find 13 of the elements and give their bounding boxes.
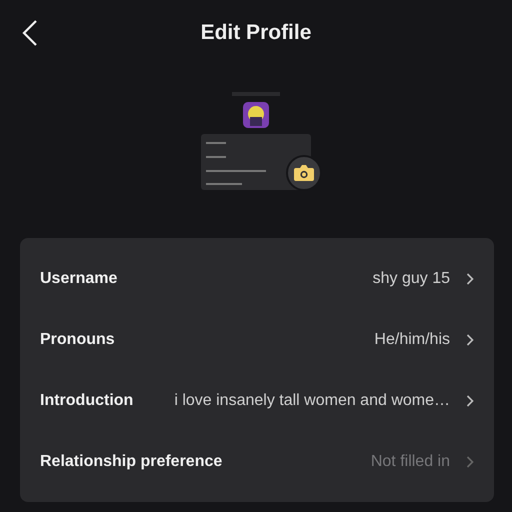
- field-label: Pronouns: [40, 330, 115, 348]
- camera-icon: [293, 164, 315, 182]
- field-value[interactable]: i love insanely tall women and wome…: [143, 392, 450, 410]
- field-value[interactable]: shy guy 15: [127, 270, 450, 288]
- chevron-icon[interactable]: [466, 394, 474, 406]
- chevron-icon[interactable]: [466, 334, 474, 346]
- page-title: Edit Profile: [200, 21, 312, 45]
- field-label: Username: [40, 270, 118, 288]
- field-value[interactable]: He/him/his: [124, 330, 450, 348]
- back-button[interactable]: [22, 20, 38, 46]
- chevron-icon[interactable]: [466, 272, 474, 284]
- field-label: Relationship preference: [40, 452, 222, 470]
- field-label: Introduction: [40, 392, 134, 410]
